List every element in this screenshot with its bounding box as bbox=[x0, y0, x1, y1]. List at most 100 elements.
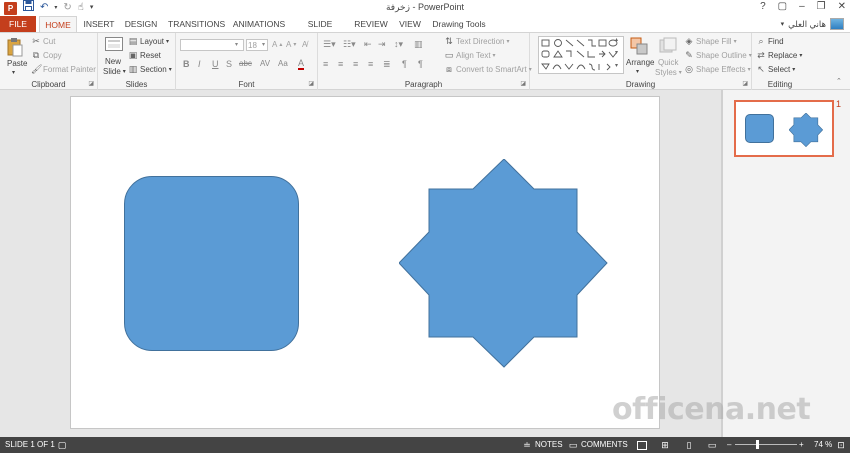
user-account[interactable]: ▾ هاني العلي bbox=[781, 16, 844, 32]
shape-effects-button[interactable]: ◎ Shape Effects ▾ bbox=[684, 65, 751, 75]
decrease-indent-icon[interactable]: ⇤ bbox=[364, 39, 372, 50]
minimize-icon[interactable]: – bbox=[799, 1, 805, 12]
quick-styles-label-1[interactable]: Quick bbox=[658, 58, 678, 67]
replace-button[interactable]: ⇄ Replace ▾ bbox=[756, 51, 802, 61]
distributed-icon[interactable]: ≣ bbox=[383, 59, 391, 70]
paste-dropdown-icon[interactable]: ▾ bbox=[12, 69, 15, 76]
font-name-dropdown-icon[interactable]: ▾ bbox=[235, 41, 238, 48]
slide-sorter-icon[interactable]: ⊞ bbox=[660, 437, 670, 453]
collapse-ribbon-icon[interactable]: ⌃ bbox=[836, 77, 842, 85]
arrange-dropdown-icon[interactable]: ▾ bbox=[636, 68, 639, 75]
increase-indent-icon[interactable]: ⇥ bbox=[378, 39, 386, 50]
slideshow-view-icon[interactable]: ▭ bbox=[707, 437, 717, 453]
font-size-dropdown-icon[interactable]: ▾ bbox=[262, 41, 265, 48]
arrange-button[interactable]: Arrange bbox=[626, 58, 654, 67]
format-painter-button[interactable]: 🖌 Format Painter bbox=[31, 65, 96, 75]
slide-counter[interactable]: SLIDE 1 OF 1 bbox=[5, 437, 55, 453]
tab-home[interactable]: HOME bbox=[39, 16, 77, 33]
shrink-font-icon[interactable]: A ▾ bbox=[286, 40, 296, 49]
paste-button[interactable]: Paste bbox=[7, 59, 27, 68]
ribbon-display-options-icon[interactable]: ▢ bbox=[778, 1, 787, 12]
tab-slide-show[interactable]: SLIDE SHOW bbox=[296, 16, 344, 45]
character-spacing-button[interactable]: AV bbox=[260, 59, 270, 68]
eight-point-star-shape[interactable] bbox=[399, 159, 609, 369]
thumbnail-pane[interactable]: 1 bbox=[723, 90, 850, 437]
justify-icon[interactable]: ≡ bbox=[368, 59, 373, 69]
columns-icon[interactable]: ▥ bbox=[414, 39, 423, 50]
tab-design[interactable]: DESIGN bbox=[124, 16, 158, 32]
bullets-icon[interactable]: ☰▾ bbox=[323, 39, 336, 50]
convert-smartart-button[interactable]: ⧈ Convert to SmartArt ▾ bbox=[444, 65, 532, 75]
zoom-out-icon[interactable]: – bbox=[727, 437, 731, 453]
ltr-icon[interactable]: ¶ bbox=[418, 59, 423, 69]
line-spacing-icon[interactable]: ↕▾ bbox=[394, 39, 403, 50]
quick-styles-button[interactable]: Styles ▾ bbox=[655, 68, 682, 77]
tab-drawing-tools[interactable]: Drawing Tools bbox=[432, 16, 486, 32]
zoom-slider-thumb[interactable] bbox=[755, 440, 759, 449]
slide-thumbnail[interactable] bbox=[734, 100, 834, 157]
slide-canvas[interactable] bbox=[70, 96, 660, 429]
layout-button[interactable]: ▤ Layout ▾ bbox=[128, 37, 169, 47]
normal-view-icon[interactable] bbox=[637, 437, 647, 453]
quick-styles-icon[interactable] bbox=[659, 37, 677, 57]
close-icon[interactable]: ✕ bbox=[838, 1, 846, 12]
clipboard-launcher-icon[interactable]: ◪ bbox=[88, 80, 94, 87]
zoom-level[interactable]: 74 % bbox=[814, 437, 832, 453]
align-left-icon[interactable]: ≡ bbox=[323, 59, 328, 69]
restore-icon[interactable]: ❐ bbox=[817, 1, 826, 12]
zoom-in-icon[interactable]: + bbox=[799, 437, 804, 453]
rtl-icon[interactable]: ¶ bbox=[402, 59, 407, 69]
paragraph-launcher-icon[interactable]: ◪ bbox=[520, 80, 526, 87]
align-center-icon[interactable]: ≡ bbox=[338, 59, 343, 69]
help-icon[interactable]: ? bbox=[760, 1, 766, 12]
slide-editor[interactable] bbox=[0, 90, 722, 437]
gallery-more-icon[interactable]: ▾ bbox=[615, 62, 618, 69]
bold-button[interactable]: B bbox=[183, 59, 190, 69]
tab-file[interactable]: FILE bbox=[0, 16, 36, 32]
copy-button[interactable]: ⧉ Copy bbox=[31, 51, 62, 61]
numbering-icon[interactable]: ☷▾ bbox=[343, 39, 356, 50]
shape-outline-button[interactable]: ✎ Shape Outline ▾ bbox=[684, 51, 752, 61]
strikethrough-button[interactable]: abc bbox=[239, 59, 252, 68]
reset-button[interactable]: ▣ Reset bbox=[128, 51, 161, 61]
italic-button[interactable]: I bbox=[198, 59, 201, 69]
tab-view[interactable]: VIEW bbox=[397, 16, 423, 32]
font-launcher-icon[interactable]: ◪ bbox=[308, 80, 314, 87]
paste-icon[interactable] bbox=[7, 37, 23, 59]
drawing-launcher-icon[interactable]: ◪ bbox=[742, 80, 748, 87]
rounded-rectangle-shape[interactable] bbox=[124, 176, 299, 351]
fit-slide-icon[interactable]: ⊡ bbox=[836, 437, 846, 453]
text-shadow-button[interactable]: S bbox=[226, 59, 232, 69]
arrange-icon[interactable] bbox=[630, 37, 648, 57]
change-case-button[interactable]: Aa bbox=[278, 59, 288, 68]
clear-formatting-icon[interactable]: A̸ bbox=[302, 40, 307, 49]
comments-button[interactable]: ▭ COMMENTS bbox=[568, 437, 628, 453]
new-slide-icon[interactable] bbox=[105, 37, 123, 55]
cut-button[interactable]: ✂ Cut bbox=[31, 37, 55, 47]
underline-button[interactable]: U bbox=[212, 59, 219, 69]
shape-fill-button[interactable]: ◈ Shape Fill ▾ bbox=[684, 37, 737, 47]
grow-font-icon[interactable]: A ▴ bbox=[272, 40, 282, 49]
tab-transitions[interactable]: TRANSITIONS bbox=[168, 16, 225, 32]
tab-animations[interactable]: ANIMATIONS bbox=[232, 16, 286, 32]
section-button[interactable]: ▥ Section ▾ bbox=[128, 65, 172, 75]
slides-group-label: Slides bbox=[125, 80, 148, 89]
text-direction-button[interactable]: ⇅ Text Direction ▾ bbox=[444, 37, 509, 47]
user-dropdown-icon[interactable]: ▾ bbox=[781, 20, 785, 28]
reading-view-icon[interactable]: ▯ bbox=[684, 437, 694, 453]
gallery-scroll-down-icon[interactable]: ▾ bbox=[615, 49, 618, 56]
gallery-scroll-up-icon[interactable]: ▴ bbox=[615, 36, 618, 43]
tab-review[interactable]: REVIEW bbox=[354, 16, 388, 32]
align-text-button[interactable]: ▭ Align Text ▾ bbox=[444, 51, 496, 61]
zoom-slider[interactable] bbox=[735, 440, 797, 449]
new-slide-label-1[interactable]: New bbox=[105, 57, 121, 66]
notes-button[interactable]: ≐ NOTES bbox=[522, 437, 562, 453]
shapes-gallery[interactable] bbox=[538, 36, 624, 74]
select-button[interactable]: ↖ Select ▾ bbox=[756, 65, 795, 75]
align-right-icon[interactable]: ≡ bbox=[353, 59, 358, 69]
spell-check-icon[interactable]: ▢ bbox=[57, 437, 67, 453]
new-slide-button[interactable]: Slide ▾ bbox=[103, 67, 126, 76]
find-button[interactable]: ⌕ Find bbox=[756, 37, 783, 47]
tab-insert[interactable]: INSERT bbox=[82, 16, 116, 32]
font-color-button[interactable]: A bbox=[298, 59, 305, 70]
